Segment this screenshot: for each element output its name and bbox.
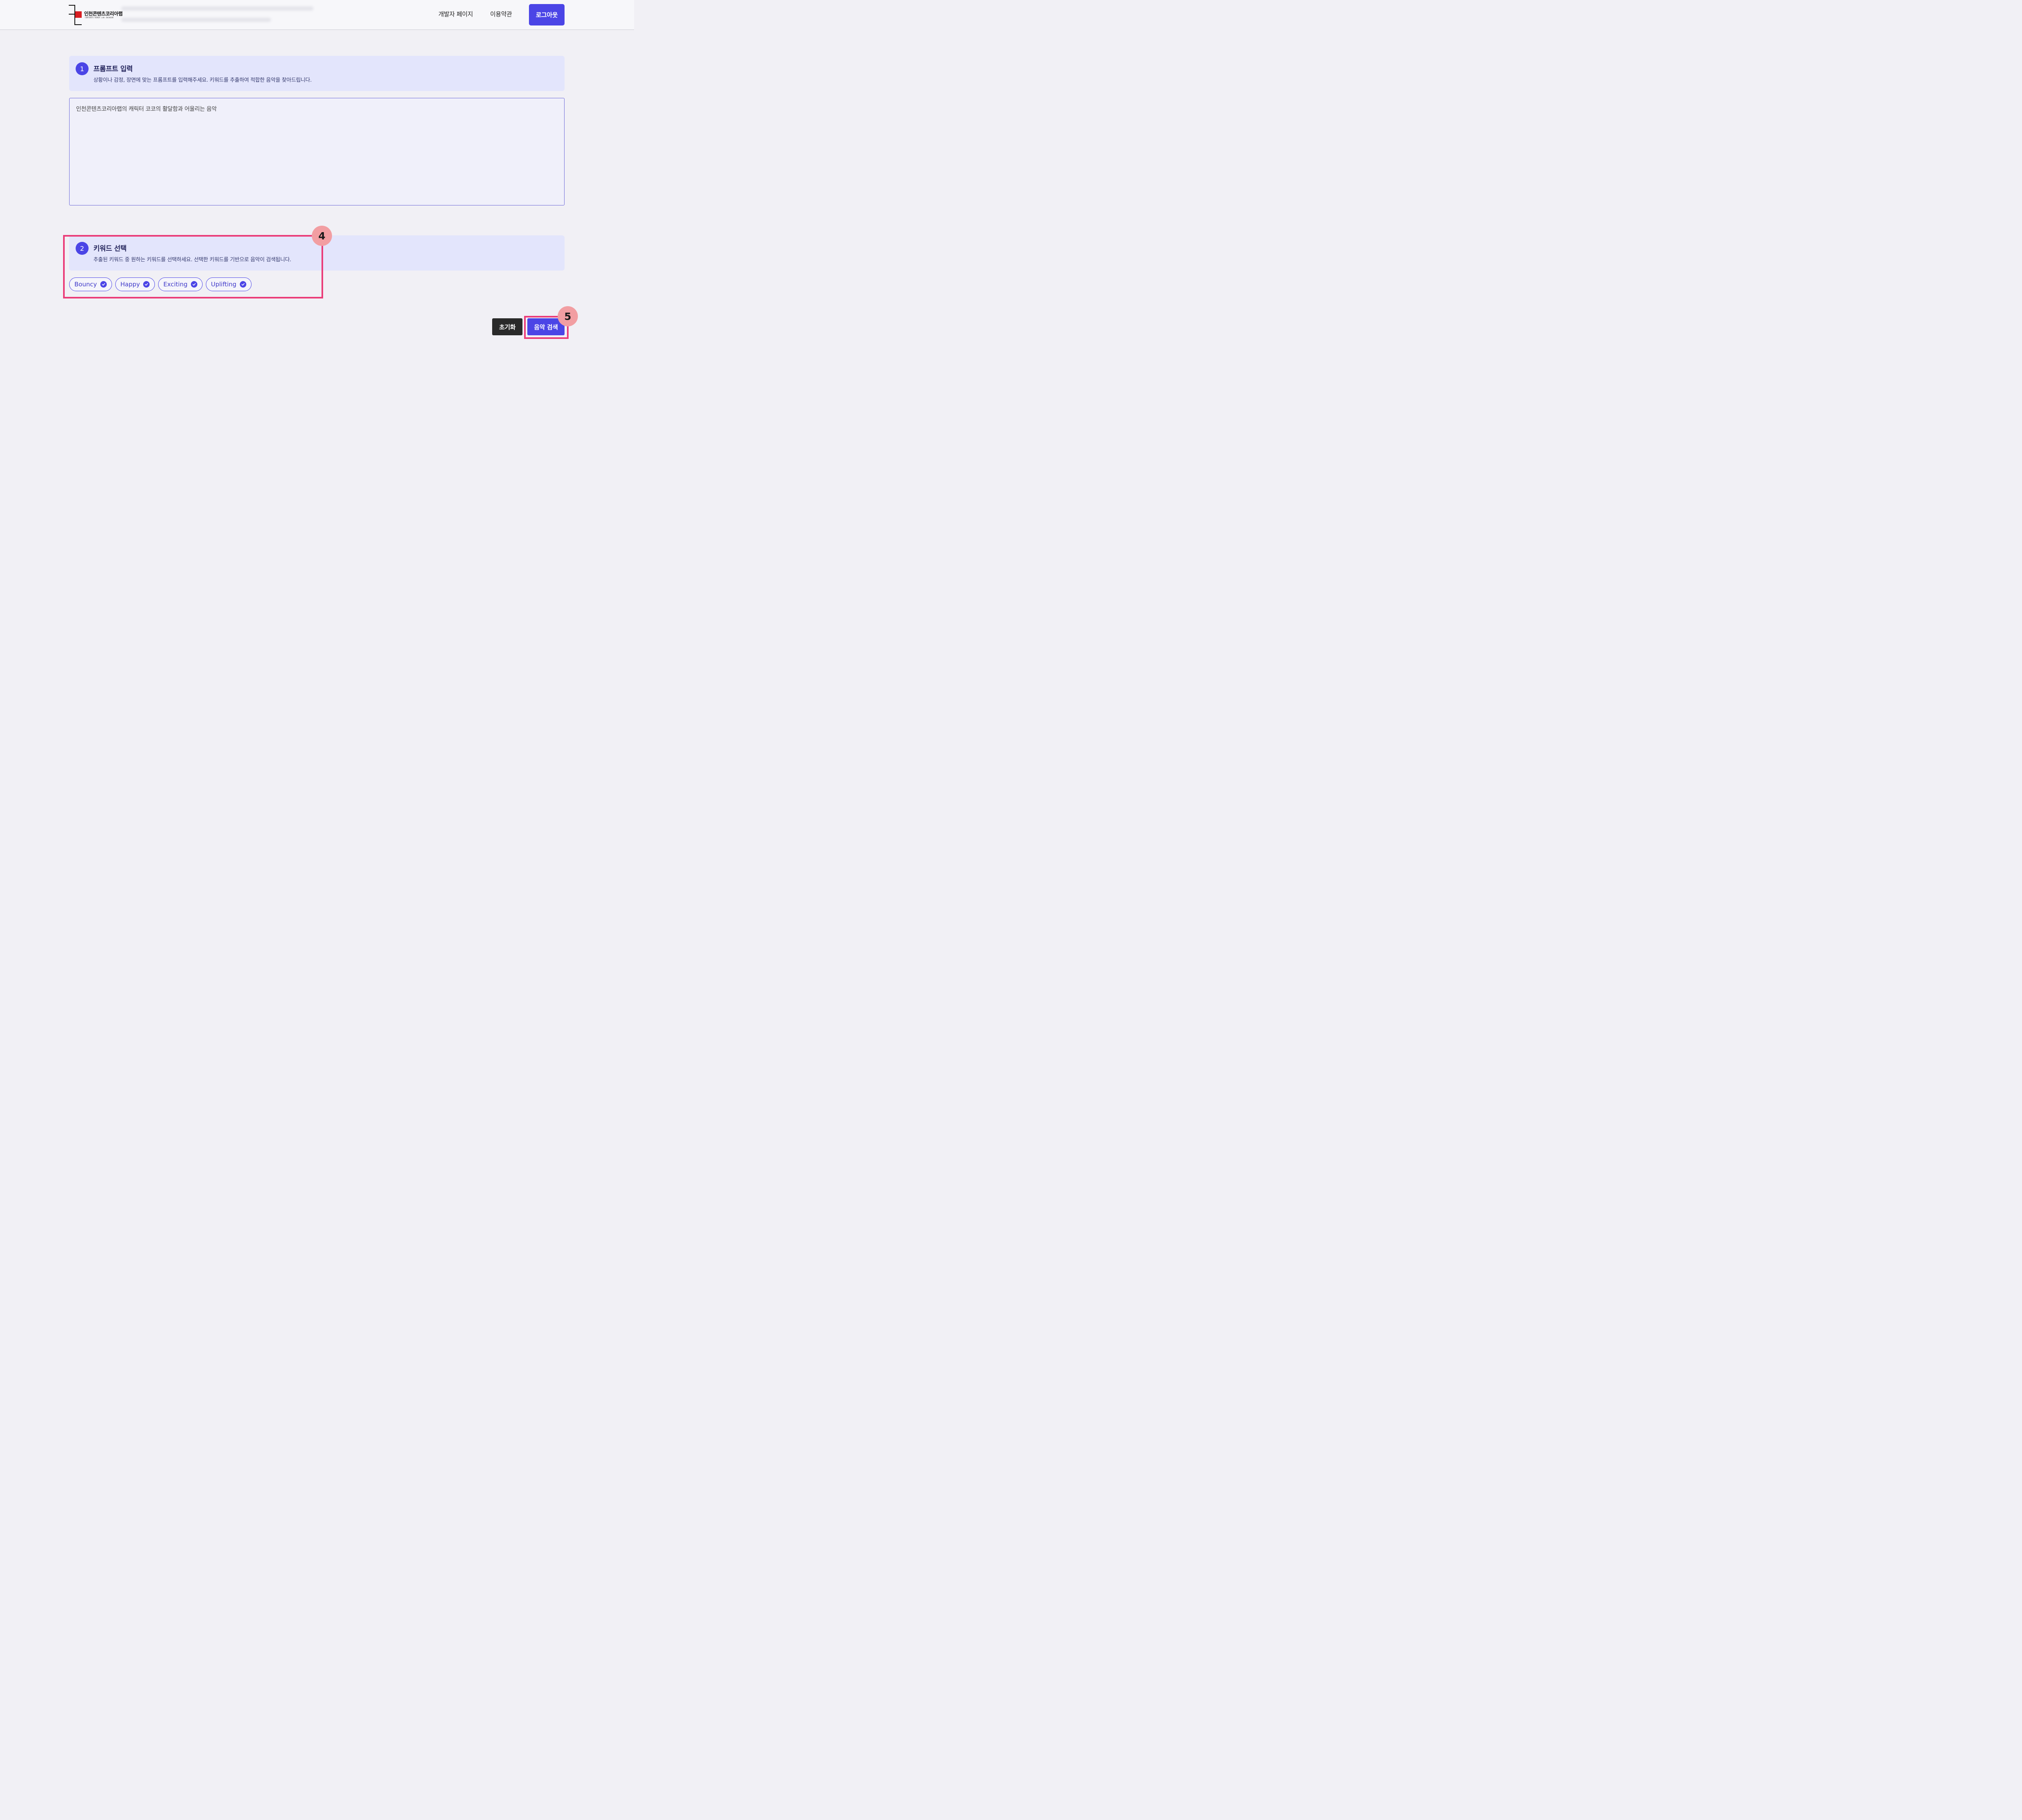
blurred-banner	[121, 18, 271, 22]
step-badge-5: 5	[558, 306, 578, 326]
nav-terms[interactable]: 이용약관	[490, 10, 512, 18]
blurred-banner	[121, 6, 313, 11]
keyword-section-highlight	[63, 235, 323, 298]
header-bar: 인천콘텐츠코리아랩 CONTENTS KOREA LAB INCHEON 개발자…	[0, 0, 634, 30]
site-logo[interactable]: 인천콘텐츠코리아랩 CONTENTS KOREA LAB INCHEON	[69, 4, 125, 26]
step-number-1: 1	[76, 62, 89, 75]
logo-name: 인천콘텐츠코리아랩	[84, 11, 123, 17]
prompt-input[interactable]: 인천콘텐츠코리아랩의 캐릭터 코코의 활달함과 어울리는 음악	[69, 98, 565, 205]
logo-subtitle: CONTENTS KOREA LAB INCHEON	[85, 17, 114, 19]
reset-button[interactable]: 초기화	[492, 318, 522, 335]
step-badge-4: 4	[312, 226, 332, 246]
prompt-section-header: 1 프롬프트 입력 상황이나 감정, 장면에 맞는 프롬프트를 입력해주세요. …	[69, 56, 565, 91]
nav-developer-page[interactable]: 개발자 페이지	[438, 10, 473, 18]
prompt-section-title: 프롬프트 입력	[93, 65, 133, 73]
logout-button[interactable]: 로그아웃	[529, 4, 565, 25]
prompt-section-description: 상황이나 감정, 장면에 맞는 프롬프트를 입력해주세요. 키워드를 추출하여 …	[93, 77, 312, 83]
